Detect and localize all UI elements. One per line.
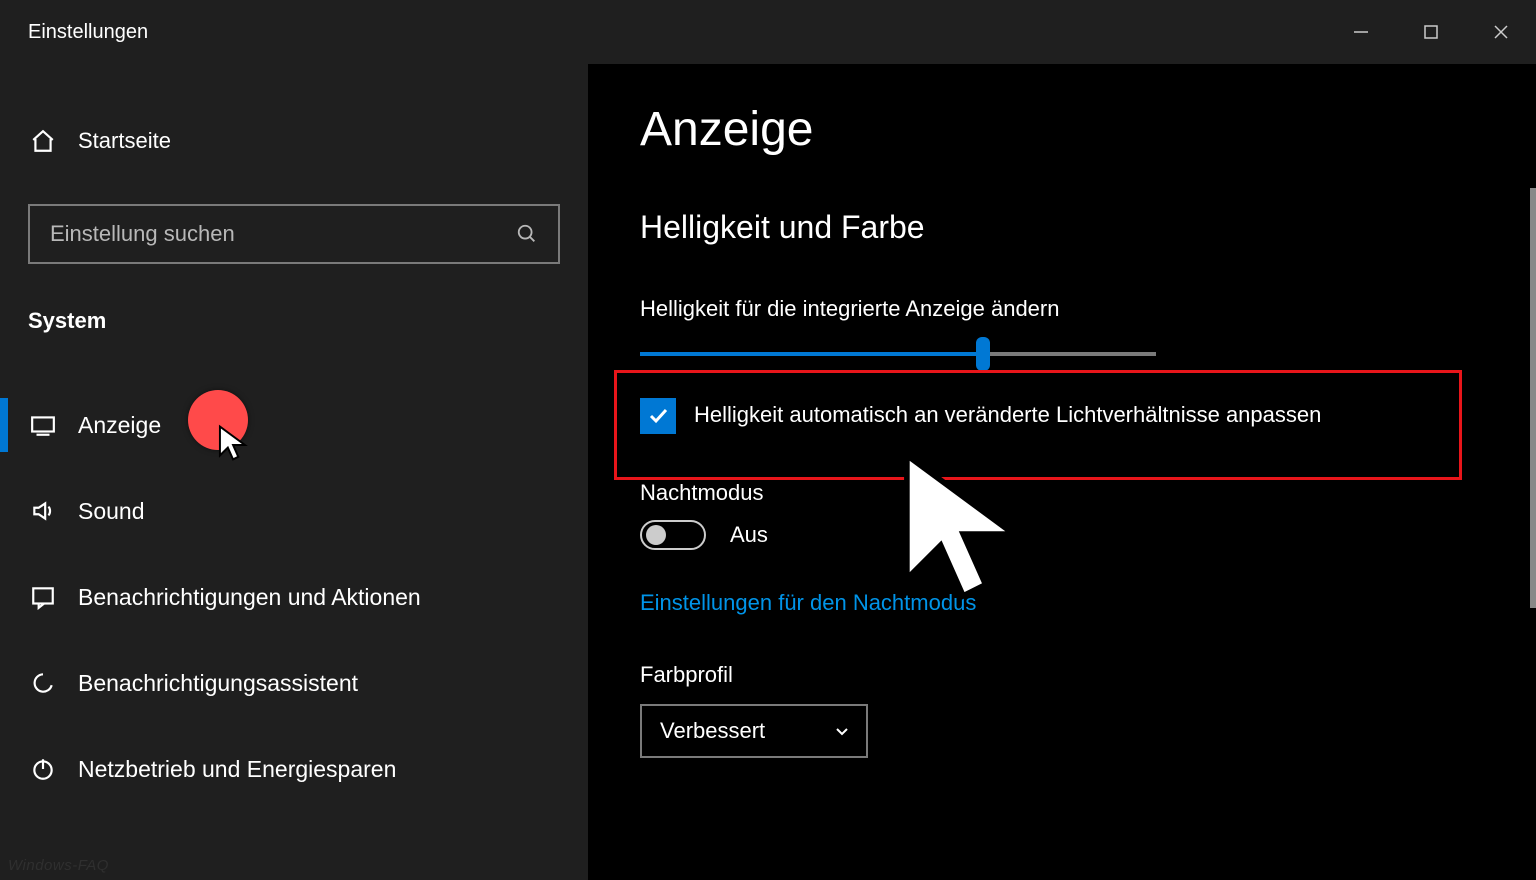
nightmode-settings-link[interactable]: Einstellungen für den Nachtmodus xyxy=(640,590,976,616)
watermark: Windows-FAQ xyxy=(8,857,109,874)
main-panel: Anzeige Helligkeit und Farbe Helligkeit … xyxy=(588,64,1536,880)
nightmode-toggle-row: Aus xyxy=(640,520,1536,550)
brightness-label: Helligkeit für die integrierte Anzeige ä… xyxy=(640,296,1536,322)
home-link[interactable]: Startseite xyxy=(0,114,588,168)
home-icon xyxy=(30,128,56,154)
window-controls xyxy=(1326,0,1536,64)
sidebar-item-label: Netzbetrieb und Energiesparen xyxy=(78,756,396,783)
search-input[interactable] xyxy=(50,221,516,247)
focus-assist-icon xyxy=(30,670,56,696)
notifications-icon xyxy=(30,584,56,610)
annotation-click-marker xyxy=(188,390,248,450)
nightmode-label: Nachtmodus xyxy=(640,480,1536,506)
minimize-button[interactable] xyxy=(1326,0,1396,64)
nightmode-toggle[interactable] xyxy=(640,520,706,550)
sidebar-item-label: Sound xyxy=(78,498,145,525)
sidebar-item-benachrichtigungen[interactable]: Benachrichtigungen und Aktionen xyxy=(0,554,588,640)
sidebar-item-sound[interactable]: Sound xyxy=(0,468,588,554)
slider-thumb[interactable] xyxy=(976,337,990,371)
search-icon xyxy=(516,223,538,245)
checkmark-icon xyxy=(646,404,670,428)
toggle-knob xyxy=(646,525,666,545)
sidebar-item-benachrichtigungsassistent[interactable]: Benachrichtigungsassistent xyxy=(0,640,588,726)
home-label: Startseite xyxy=(78,128,171,154)
slider-track-filled xyxy=(640,352,980,356)
brightness-slider[interactable] xyxy=(640,350,1156,358)
sidebar-section-header: System xyxy=(0,308,588,334)
colorprofile-dropdown[interactable]: Verbessert xyxy=(640,704,868,758)
sidebar: Startseite System Anzeige Sound xyxy=(0,64,588,880)
sidebar-item-label: Benachrichtigungsassistent xyxy=(78,670,358,697)
close-button[interactable] xyxy=(1466,0,1536,64)
maximize-button[interactable] xyxy=(1396,0,1466,64)
sidebar-item-anzeige[interactable]: Anzeige xyxy=(0,382,588,468)
scrollbar[interactable] xyxy=(1530,188,1536,608)
chevron-down-icon xyxy=(834,723,850,739)
slider-track-empty xyxy=(980,352,1156,356)
colorprofile-value: Verbessert xyxy=(660,718,765,744)
search-box[interactable] xyxy=(28,204,560,264)
sidebar-item-label: Anzeige xyxy=(78,412,161,439)
section-title: Helligkeit und Farbe xyxy=(640,209,1536,246)
window-title: Einstellungen xyxy=(0,21,148,44)
auto-brightness-row[interactable]: Helligkeit automatisch an veränderte Lic… xyxy=(640,398,1400,434)
power-icon xyxy=(30,756,56,782)
auto-brightness-checkbox[interactable] xyxy=(640,398,676,434)
display-icon xyxy=(30,412,56,438)
titlebar: Einstellungen xyxy=(0,0,1536,64)
nightmode-state: Aus xyxy=(730,522,768,548)
colorprofile-label: Farbprofil xyxy=(640,662,1536,688)
sidebar-item-label: Benachrichtigungen und Aktionen xyxy=(78,584,421,611)
sidebar-nav: Anzeige Sound Benachrichtigungen und Akt… xyxy=(0,382,588,812)
sidebar-item-netzbetrieb[interactable]: Netzbetrieb und Energiesparen xyxy=(0,726,588,812)
page-title: Anzeige xyxy=(640,102,1536,157)
auto-brightness-label: Helligkeit automatisch an veränderte Lic… xyxy=(694,398,1321,432)
sound-icon xyxy=(30,498,56,524)
